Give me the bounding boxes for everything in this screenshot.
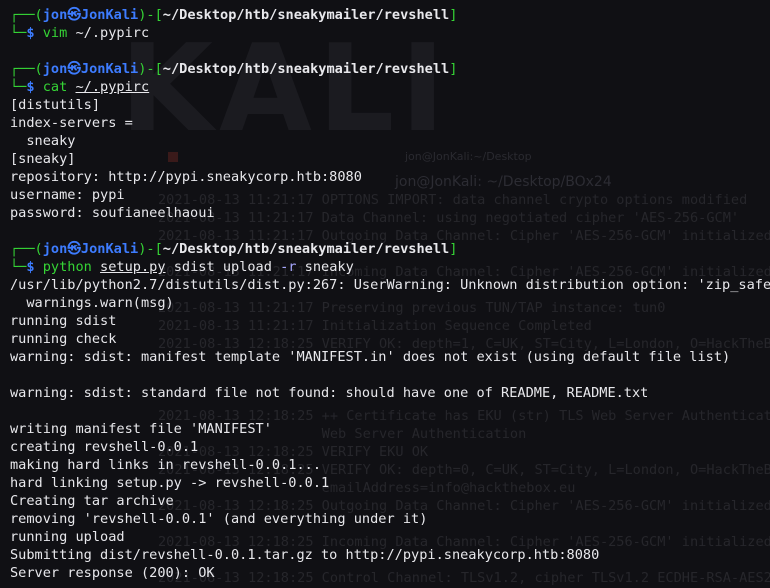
prompt-user: jon (42, 241, 68, 257)
output-line: Creating tar archive (10, 493, 174, 509)
output-line: Submitting dist/revshell-0.0.1.tar.gz to… (10, 547, 600, 563)
output-line: hard linking setup.py -> revshell-0.0.1 (10, 475, 330, 491)
command-args-rest: sdist upload (165, 259, 281, 275)
prompt-frame-end: ] (449, 7, 458, 23)
prompt-frame-mid: )-[ (138, 241, 163, 257)
prompt-host: JonKali (80, 7, 139, 23)
output-line: warning: sdist: manifest template 'MANIF… (10, 349, 731, 365)
prompt-at-symbol: ㉿ (67, 7, 81, 23)
terminal-output[interactable]: ┌──(jon㉿JonKali)-[~/Desktop/htb/sneakyma… (10, 6, 770, 582)
prompt-frame-corner: ┌──( (10, 61, 43, 77)
output-line: index-servers = (10, 115, 133, 131)
command-line: └─$ python setup.py sdist upload -r snea… (10, 258, 770, 276)
command-args: ~/.pypirc (75, 79, 150, 95)
prompt-path: ~/Desktop/htb/sneakymailer/revshell (162, 61, 450, 77)
prompt-dollar: $ (26, 259, 43, 275)
prompt-host: JonKali (80, 241, 139, 257)
prompt-frame-mid: )-[ (138, 7, 163, 23)
prompt-user: jon (42, 61, 68, 77)
prompt-frame-corner: ┌──( (10, 241, 43, 257)
prompt-host: JonKali (80, 61, 139, 77)
command-name: vim (42, 25, 68, 41)
prompt-frame-end: ] (449, 241, 458, 257)
command-name: python (42, 259, 92, 275)
output-line: writing manifest file 'MANIFEST' (10, 421, 272, 437)
output-line: /usr/lib/python2.7/distutils/dist.py:267… (10, 277, 770, 293)
output-line: password: soufianeelhaoui (10, 205, 215, 221)
output-line: Server response (200): OK (10, 565, 215, 581)
prompt-header-line: ┌──(jon㉿JonKali)-[~/Desktop/htb/sneakyma… (10, 6, 770, 24)
prompt-at-symbol: ㉿ (67, 61, 81, 77)
prompt-header-line: ┌──(jon㉿JonKali)-[~/Desktop/htb/sneakyma… (10, 240, 770, 258)
prompt-frame-end: ] (449, 61, 458, 77)
output-line: creating revshell-0.0.1 (10, 439, 199, 455)
command-line: └─$ vim ~/.pypirc (10, 24, 770, 42)
prompt-path: ~/Desktop/htb/sneakymailer/revshell (162, 241, 450, 257)
output-line: warning: sdist: standard file not found:… (10, 385, 649, 401)
prompt-frame-bottom: └─ (10, 79, 27, 95)
output-line: running upload (10, 529, 125, 545)
command-flag: -r (280, 259, 297, 275)
prompt-dollar: $ (26, 25, 43, 41)
prompt-frame-mid: )-[ (138, 61, 163, 77)
command-name: cat (42, 79, 68, 95)
output-line: sneaky (10, 133, 76, 149)
output-line: removing 'revshell-0.0.1' (and everythin… (10, 511, 428, 527)
output-line: making hard links in revshell-0.0.1... (10, 457, 321, 473)
command-args: ~/.pypirc (75, 25, 150, 41)
output-line: warnings.warn(msg) (10, 295, 174, 311)
prompt-at-symbol: ㉿ (67, 241, 81, 257)
output-line: [sneaky] (10, 151, 76, 167)
output-line: running sdist (10, 313, 117, 329)
prompt-header-line: ┌──(jon㉿JonKali)-[~/Desktop/htb/sneakyma… (10, 60, 770, 78)
output-line: username: pypi (10, 187, 125, 203)
output-line: repository: http://pypi.sneakycorp.htb:8… (10, 169, 362, 185)
prompt-path: ~/Desktop/htb/sneakymailer/revshell (162, 7, 450, 23)
prompt-dollar: $ (26, 79, 43, 95)
command-args-tail: sneaky (296, 259, 354, 275)
prompt-frame-bottom: └─ (10, 25, 27, 41)
prompt-user: jon (42, 7, 68, 23)
output-line: running check (10, 331, 117, 347)
output-line: [distutils] (10, 97, 101, 113)
command-args: setup.py (100, 259, 166, 275)
command-line: └─$ cat ~/.pypirc (10, 78, 770, 96)
prompt-frame-bottom: └─ (10, 259, 27, 275)
prompt-frame-corner: ┌──( (10, 7, 43, 23)
